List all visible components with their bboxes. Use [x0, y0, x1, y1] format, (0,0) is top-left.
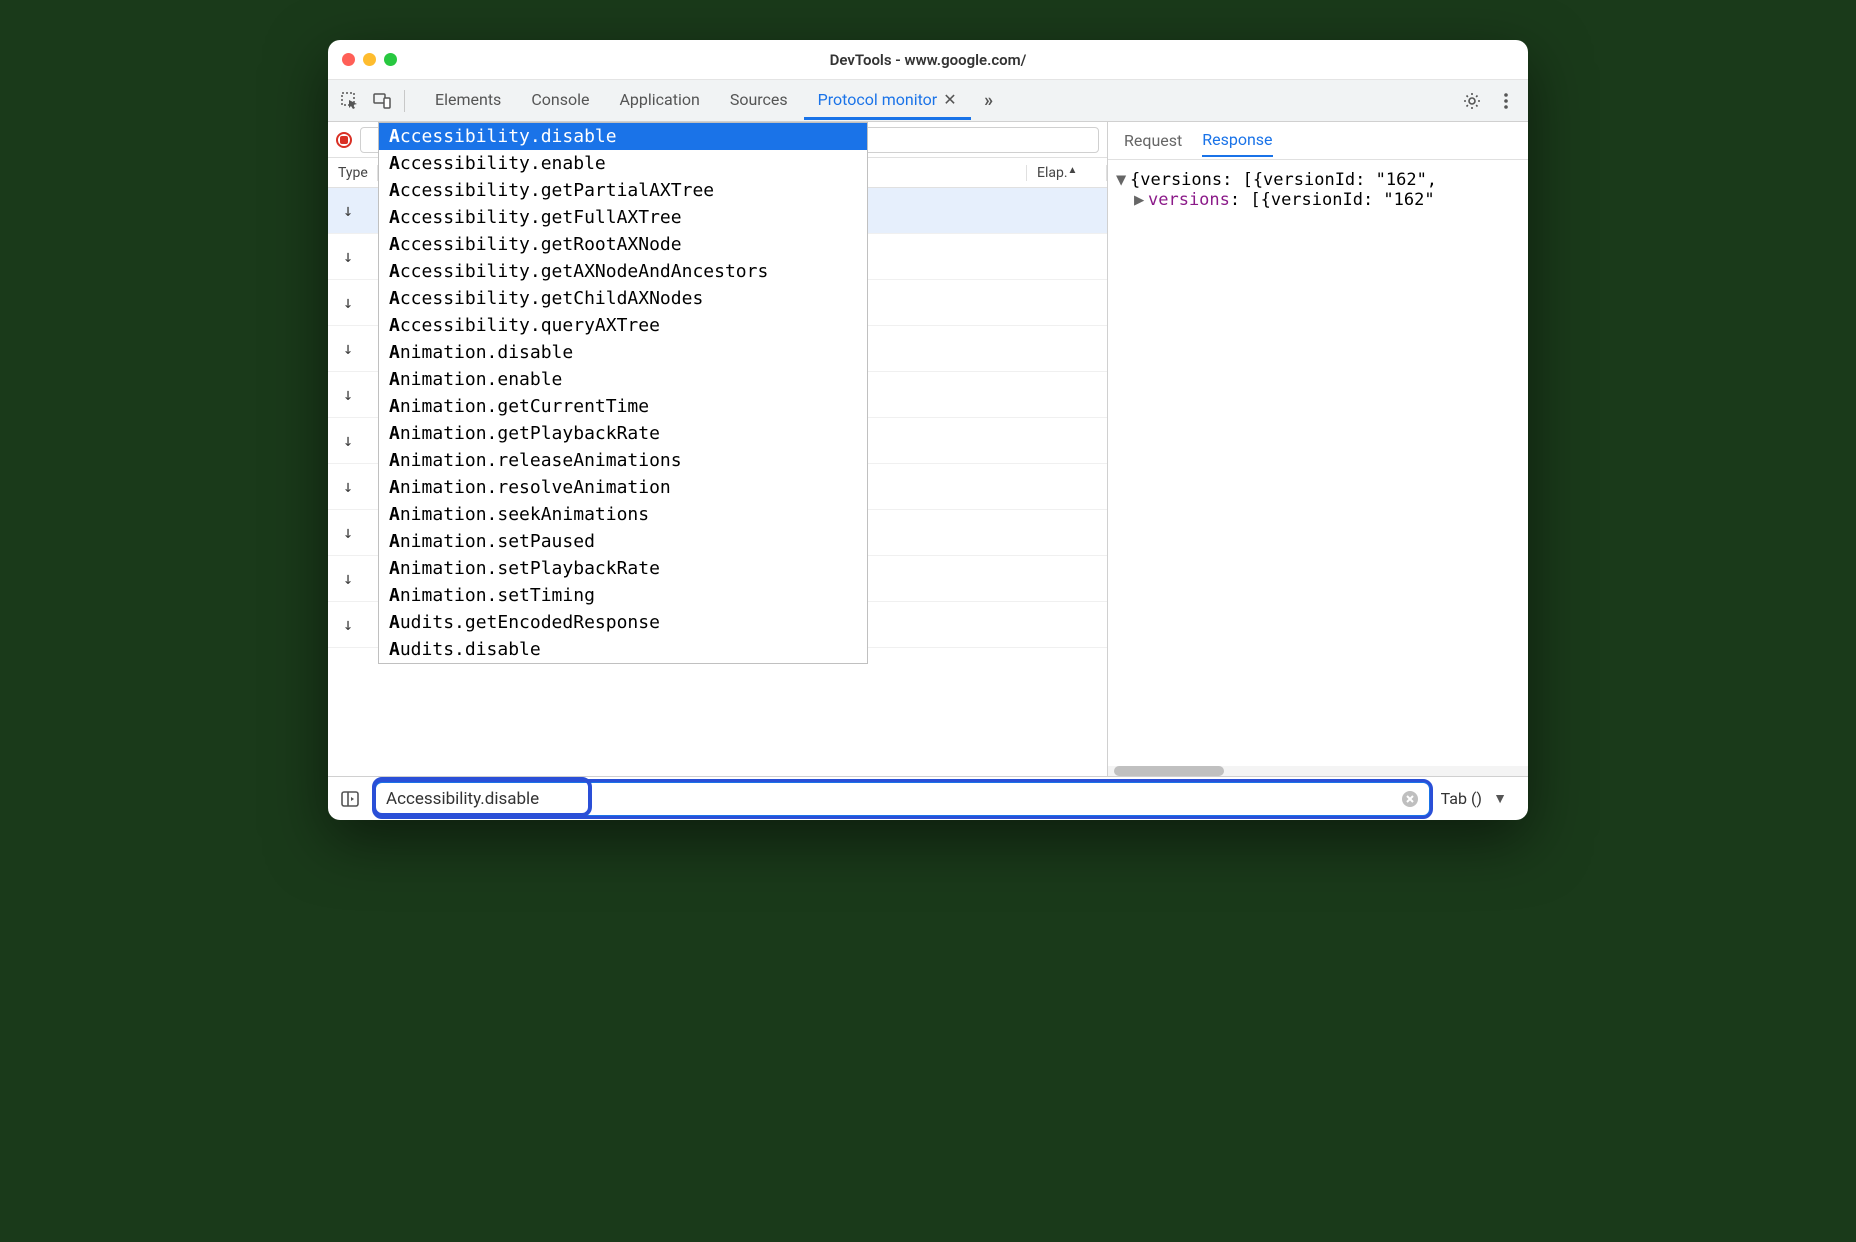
expand-caret[interactable]: ▶: [1134, 190, 1148, 210]
record-button[interactable]: [336, 132, 352, 148]
autocomplete-item[interactable]: Accessibility.getChildAXNodes: [379, 285, 867, 312]
command-bar: Accessibility.disable Tab () ▼: [328, 776, 1528, 820]
autocomplete-item[interactable]: Animation.getCurrentTime: [379, 393, 867, 420]
details-panel: Request Response ▼{versions: [{versionId…: [1108, 122, 1528, 776]
tab-response[interactable]: Response: [1202, 124, 1272, 157]
autocomplete-item[interactable]: Animation.seekAnimations: [379, 501, 867, 528]
close-tab-icon[interactable]: ✕: [943, 90, 956, 109]
minimize-window-button[interactable]: [363, 53, 376, 66]
autocomplete-item[interactable]: Accessibility.getAXNodeAndAncestors: [379, 258, 867, 285]
divider: [404, 90, 405, 112]
window-controls: [342, 53, 397, 66]
devtools-tabbar: ElementsConsoleApplicationSourcesProtoco…: [328, 80, 1528, 122]
window-title: DevTools - www.google.com/: [328, 51, 1528, 69]
close-window-button[interactable]: [342, 53, 355, 66]
autocomplete-item[interactable]: Accessibility.disable: [379, 123, 867, 150]
direction-arrow-icon: ↓: [328, 477, 368, 497]
direction-arrow-icon: ↓: [328, 385, 368, 405]
col-type[interactable]: Type: [328, 165, 378, 181]
direction-arrow-icon: ↓: [328, 293, 368, 313]
kebab-menu-icon[interactable]: [1492, 87, 1520, 115]
direction-arrow-icon: ↓: [328, 615, 368, 635]
command-value: Accessibility.disable: [386, 789, 1401, 809]
direction-arrow-icon: ↓: [328, 523, 368, 543]
window-titlebar: DevTools - www.google.com/: [328, 40, 1528, 80]
direction-arrow-icon: ↓: [328, 247, 368, 267]
protocol-monitor-panel: Type se Elap.▲ ↓ions":[…↓estId":…↓estId"…: [328, 122, 1108, 776]
clear-icon[interactable]: [1401, 790, 1419, 808]
tab-protocol-monitor[interactable]: Protocol monitor✕: [804, 82, 971, 120]
autocomplete-item[interactable]: Accessibility.queryAXTree: [379, 312, 867, 339]
autocomplete-item[interactable]: Accessibility.getRootAXNode: [379, 231, 867, 258]
autocomplete-item[interactable]: Animation.setPaused: [379, 528, 867, 555]
direction-arrow-icon: ↓: [328, 201, 368, 221]
direction-arrow-icon: ↓: [328, 339, 368, 359]
autocomplete-item[interactable]: Animation.releaseAnimations: [379, 447, 867, 474]
horizontal-scrollbar[interactable]: [1108, 766, 1528, 776]
response-body: ▼{versions: [{versionId: "162", ▶version…: [1108, 160, 1528, 766]
expand-caret[interactable]: ▼: [1116, 170, 1130, 190]
autocomplete-item[interactable]: Animation.getPlaybackRate: [379, 420, 867, 447]
details-tabs: Request Response: [1108, 122, 1528, 160]
tab-console[interactable]: Console: [517, 82, 603, 120]
settings-icon[interactable]: [1458, 87, 1486, 115]
device-toolbar-icon[interactable]: [368, 87, 396, 115]
autocomplete-item[interactable]: Animation.resolveAnimation: [379, 474, 867, 501]
toggle-drawer-icon[interactable]: [336, 785, 364, 813]
tab-application[interactable]: Application: [605, 82, 713, 120]
autocomplete-item[interactable]: Audits.disable: [379, 636, 867, 663]
chevron-down-icon[interactable]: ▼: [1486, 785, 1514, 813]
autocomplete-item[interactable]: Accessibility.enable: [379, 150, 867, 177]
direction-arrow-icon: ↓: [328, 569, 368, 589]
tab-sources[interactable]: Sources: [716, 82, 802, 120]
autocomplete-item[interactable]: Accessibility.getPartialAXTree: [379, 177, 867, 204]
devtools-window: DevTools - www.google.com/ ElementsConso…: [328, 40, 1528, 820]
command-input[interactable]: Accessibility.disable: [374, 781, 1431, 817]
maximize-window-button[interactable]: [384, 53, 397, 66]
autocomplete-item[interactable]: Animation.disable: [379, 339, 867, 366]
inspect-element-icon[interactable]: [336, 87, 364, 115]
more-tabs-icon[interactable]: »: [975, 87, 1003, 115]
col-elapsed[interactable]: Elap.▲: [1027, 165, 1107, 181]
autocomplete-item[interactable]: Audits.getEncodedResponse: [379, 609, 867, 636]
tab-elements[interactable]: Elements: [421, 82, 515, 120]
command-autocomplete[interactable]: Accessibility.disableAccessibility.enabl…: [378, 122, 868, 664]
autocomplete-item[interactable]: Animation.enable: [379, 366, 867, 393]
autocomplete-item[interactable]: Animation.setTiming: [379, 582, 867, 609]
autocomplete-item[interactable]: Accessibility.getFullAXTree: [379, 204, 867, 231]
tab-hint: Tab (): [1441, 789, 1482, 808]
tab-request[interactable]: Request: [1124, 125, 1182, 156]
direction-arrow-icon: ↓: [328, 431, 368, 451]
autocomplete-item[interactable]: Animation.setPlaybackRate: [379, 555, 867, 582]
